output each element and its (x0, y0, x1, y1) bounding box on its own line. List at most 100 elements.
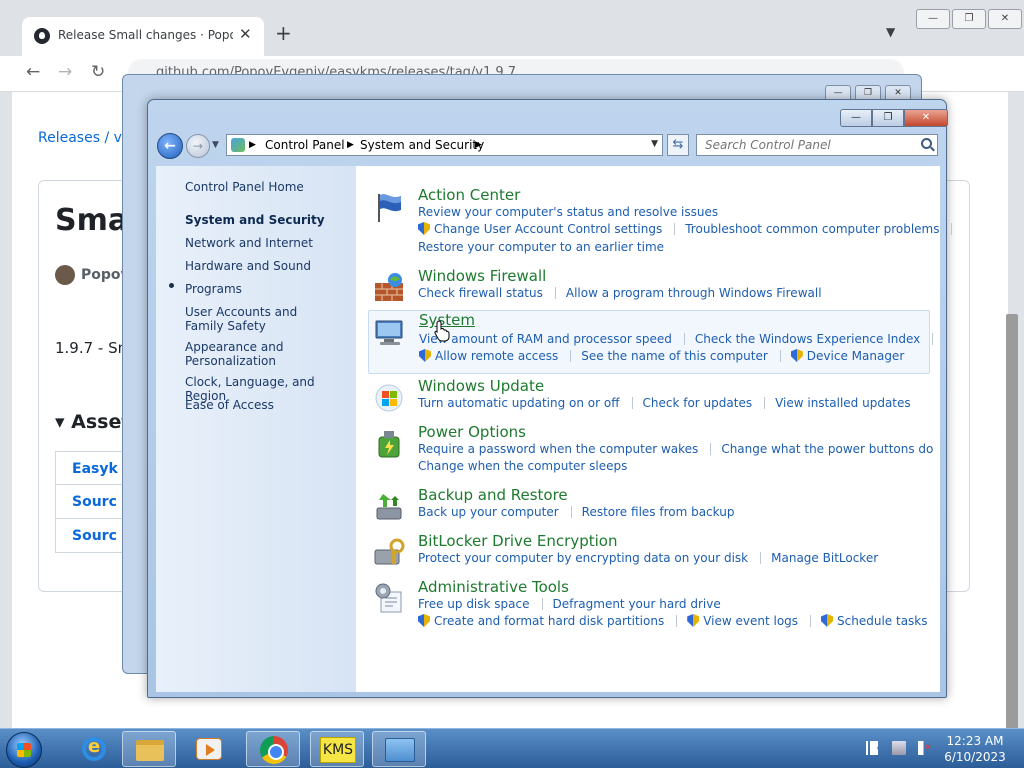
task-link[interactable]: Back up your computer (418, 505, 582, 519)
task-link[interactable]: Manage BitLocker (771, 551, 878, 565)
taskbar-kms[interactable]: KMS (310, 731, 364, 767)
task-link[interactable]: Check the Windows Experience Index (695, 332, 943, 346)
breadcrumb-control-panel[interactable]: Control Panel (265, 138, 345, 152)
kms-app-icon: KMS (320, 737, 356, 763)
chrome-close-button[interactable]: ✕ (988, 9, 1022, 29)
sidebar-item-system-and-security[interactable]: System and Security (185, 213, 350, 227)
reload-icon[interactable]: ↻ (91, 62, 105, 82)
category-title[interactable]: Administrative Tools (418, 578, 569, 596)
task-link[interactable]: Check for updates (643, 396, 776, 410)
category-title[interactable]: Backup and Restore (418, 486, 568, 504)
breadcrumb[interactable]: Releases / v1. (38, 130, 135, 146)
close-tab-icon[interactable]: ✕ (239, 25, 252, 43)
sidebar-item-user-accounts[interactable]: User Accounts and Family Safety (185, 305, 335, 333)
control-panel-window: — ❐ ✕ ← → ▼ ▶ Control Panel ▶ System and… (147, 99, 948, 698)
task-link[interactable]: Device Manager (807, 349, 904, 363)
task-link[interactable]: View installed updates (775, 396, 911, 410)
category-bitlocker: BitLocker Drive Encryption Protect your … (368, 532, 930, 568)
chrome-maximize-button[interactable]: ❐ (952, 9, 986, 29)
task-link[interactable]: Troubleshoot common computer problems (685, 222, 962, 236)
task-link[interactable]: Free up disk space (418, 597, 553, 611)
task-link[interactable]: View event logs (703, 614, 821, 628)
back-button[interactable]: ← (157, 133, 183, 159)
task-link[interactable]: Restore your computer to an earlier time (418, 240, 664, 254)
uac-shield-icon (821, 614, 834, 627)
refresh-button[interactable]: ⇆ (667, 134, 689, 156)
clock-date: 6/10/2023 (944, 750, 1006, 764)
chevron-right-icon[interactable]: ▶ (475, 140, 482, 150)
task-link[interactable]: Change User Account Control settings (434, 222, 685, 236)
chrome-minimize-button[interactable]: — (916, 9, 950, 29)
back-arrow-icon[interactable]: ← (26, 62, 40, 82)
network-icon[interactable] (892, 741, 906, 755)
chevron-right-icon[interactable]: ▶ (249, 140, 256, 150)
task-link[interactable]: Check firewall status (418, 286, 566, 300)
address-bar[interactable]: ▶ Control Panel ▶ System and Security ▶ … (226, 134, 663, 156)
action-center-flag-icon[interactable] (866, 741, 880, 755)
control-panel-taskbar-icon (385, 738, 415, 762)
task-link[interactable]: Require a password when the computer wak… (418, 442, 721, 456)
chevron-right-icon[interactable]: ▶ (347, 140, 354, 150)
category-power-options: Power Options Require a password when th… (368, 423, 933, 477)
task-link[interactable]: Change what the power buttons do (721, 442, 956, 456)
minimize-button[interactable]: — (840, 109, 872, 127)
category-title[interactable]: Action Center (418, 186, 520, 204)
media-player-icon (196, 738, 222, 760)
task-link[interactable]: Allow remote access (435, 349, 581, 363)
uac-shield-icon (418, 222, 430, 235)
tab-search-chevron-icon[interactable]: ▼ (886, 25, 895, 39)
active-bullet-icon (169, 283, 174, 288)
uac-shield-icon (419, 349, 431, 362)
control-panel-icon (231, 138, 245, 152)
task-link[interactable]: Schedule tasks (837, 614, 927, 628)
breadcrumb-system-and-security[interactable]: System and Security (360, 138, 484, 152)
task-link[interactable]: Allow a program through Windows Firewall (566, 286, 822, 300)
page-scrollbar[interactable] (1006, 314, 1018, 742)
category-title[interactable]: Windows Update (418, 377, 544, 395)
category-content: Action Center Review your computer's sta… (356, 166, 940, 692)
search-input[interactable] (697, 135, 913, 155)
volume-muted-icon[interactable] (918, 741, 932, 755)
task-link[interactable]: Change when the computer sleeps (418, 459, 627, 473)
sidebar-item-hardware-and-sound[interactable]: Hardware and Sound (185, 259, 350, 273)
new-tab-button[interactable]: + (275, 23, 292, 43)
search-box[interactable] (696, 134, 938, 156)
sidebar-item-network-and-internet[interactable]: Network and Internet (185, 236, 350, 250)
category-title[interactable]: Power Options (418, 423, 526, 441)
sidebar-item-control-panel-home[interactable]: Control Panel Home (185, 180, 350, 194)
maximize-button[interactable]: ❐ (872, 109, 904, 127)
category-windows-firewall: Windows Firewall Check firewall status Al… (368, 267, 930, 303)
sidebar-item-appearance[interactable]: Appearance and Personalization (185, 340, 295, 368)
taskbar: KMS 12:23 AM 6/10/2023 (0, 728, 1024, 768)
task-link[interactable]: Defragment your hard drive (553, 597, 721, 611)
release-body: 1.9.7 - Sm (55, 339, 133, 357)
task-link[interactable]: View amount of RAM and processor speed (419, 332, 695, 346)
search-icon[interactable] (921, 138, 932, 149)
task-link[interactable]: Create and format hard disk partitions (434, 614, 687, 628)
sidebar-item-programs[interactable]: Programs (185, 282, 350, 296)
task-link[interactable]: Review your computer's status and resolv… (418, 205, 718, 219)
taskbar-media-player[interactable] (182, 731, 236, 767)
sidebar-item-ease-of-access[interactable]: Ease of Access (185, 398, 350, 412)
forward-arrow-icon[interactable]: → (58, 62, 72, 82)
category-title[interactable]: Windows Firewall (418, 267, 546, 285)
task-link[interactable]: See the name of this computer (581, 349, 791, 363)
browser-tab[interactable]: Release Small changes · PopovEvgeniy/eas… (22, 17, 264, 56)
start-button[interactable] (6, 732, 42, 768)
task-link[interactable]: Turn automatic updating on or off (418, 396, 643, 410)
category-backup-and-restore: Backup and Restore Back up your computer… (368, 486, 930, 522)
forward-button[interactable]: → (186, 134, 210, 158)
category-title[interactable]: BitLocker Drive Encryption (418, 532, 617, 550)
taskbar-windows-explorer[interactable] (122, 731, 176, 767)
taskbar-internet-explorer[interactable] (68, 731, 122, 767)
recent-pages-chevron-icon[interactable]: ▼ (212, 140, 219, 150)
close-button[interactable]: ✕ (904, 109, 948, 127)
clock[interactable]: 12:23 AM 6/10/2023 (940, 733, 1010, 765)
task-link[interactable]: Protect your computer by encrypting data… (418, 551, 771, 565)
task-link[interactable]: Restore files from backup (582, 505, 735, 519)
windows-update-icon (375, 384, 403, 412)
taskbar-control-panel[interactable] (372, 731, 426, 767)
flag-icon (378, 194, 401, 222)
address-dropdown-icon[interactable]: ▼ (651, 139, 658, 149)
taskbar-chrome[interactable] (246, 731, 300, 767)
